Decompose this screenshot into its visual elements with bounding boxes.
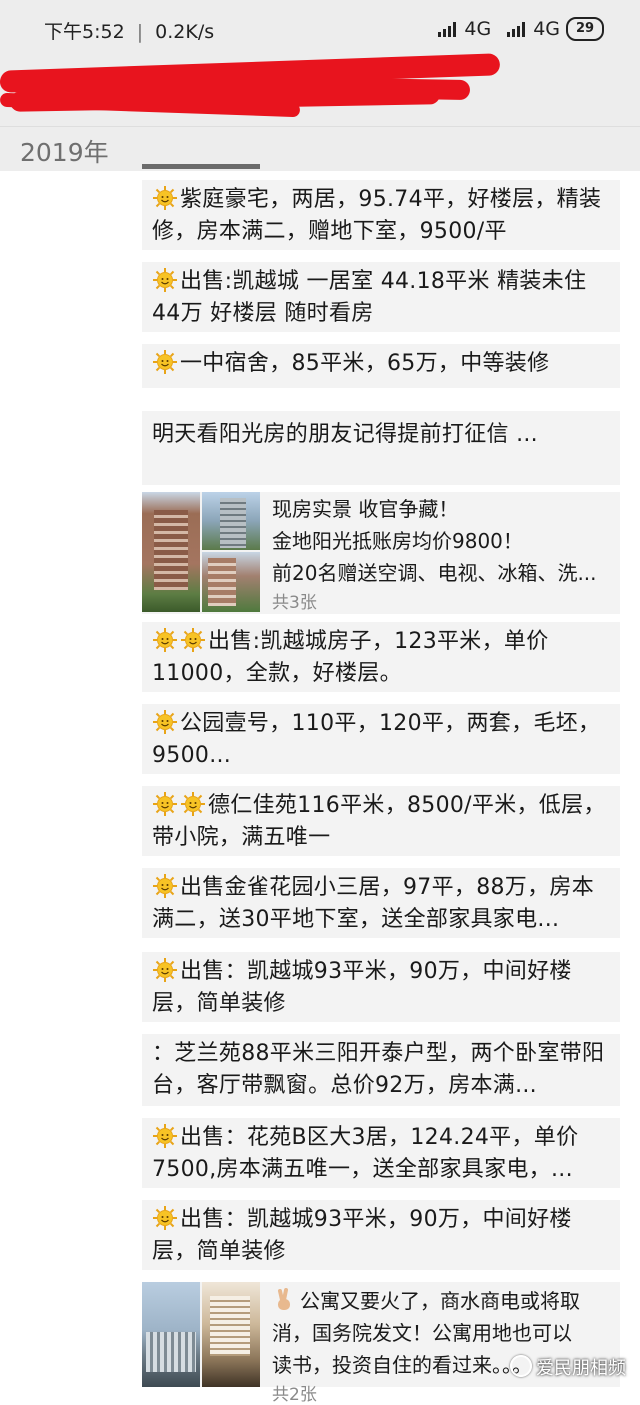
sun-icon (152, 1123, 178, 1149)
battery-icon: 29 (566, 17, 604, 41)
sun-icon (180, 627, 206, 653)
post-text: 公园壹号，110平，120平，两套，毛坯，9500... (152, 711, 601, 768)
photo-thumbnail[interactable] (142, 492, 200, 612)
post-text: 一中宿舍，85平米，65万，中等装修 (180, 351, 550, 376)
post-text: 紫庭豪宅，两居，95.74平，好楼层，精装修，房本满二，赠地下室，9500/平 (152, 187, 602, 244)
status-bar: 下午5:52 | 0.2K/s 4G 4G 29 (0, 0, 640, 56)
sun-icon (152, 627, 178, 653)
sun-icon (152, 349, 178, 375)
post-text: 出售:凯越城房子，123平米，单价11000，全款，好楼层。 (152, 629, 549, 686)
photo-post-line: 金地阳光抵账房均价9800！ (272, 529, 523, 553)
signal-icon (438, 21, 457, 37)
photo-thumbnail[interactable] (202, 1282, 260, 1387)
post-text: 出售：花苑B区大3居，124.24平，单价7500,房本满五唯一，送全部家具家电… (152, 1125, 579, 1182)
previous-photo-edge (142, 164, 260, 169)
sun-icon (152, 185, 178, 211)
status-right: 4G 4G 29 (438, 17, 604, 41)
year-label: 2019年 (20, 138, 109, 167)
clock: 下午5:52 (44, 21, 125, 43)
moment-post[interactable]: 公园壹号，110平，120平，两套，毛坯，9500... (142, 704, 620, 774)
moment-post[interactable]: 出售：花苑B区大3居，124.24平，单价7500,房本满五唯一，送全部家具家电… (142, 1118, 620, 1188)
moment-post[interactable]: 出售:凯越城房子，123平米，单价11000，全款，好楼层。 (142, 622, 620, 692)
moment-post[interactable]: 明天看阳光房的朋友记得提前打征信 ... (142, 411, 620, 485)
page-header (0, 53, 640, 126)
network-type-2: 4G (533, 18, 560, 40)
photo-post[interactable]: 现房实景 收官争藏！ 金地阳光抵账房均价9800！ 前20名赠送空调、电视、冰箱… (142, 492, 620, 614)
post-text: 明天看阳光房的朋友记得提前打征信 ... (152, 422, 538, 447)
moment-post[interactable]: 出售：凯越城93平米，90万，中间好楼层，简单装修 (142, 952, 620, 1022)
sun-icon (152, 873, 178, 899)
moment-post[interactable]: 一中宿舍，85平米，65万，中等装修 (142, 344, 620, 388)
post-text: 出售：凯越城93平米，90万，中间好楼层，简单装修 (152, 1207, 572, 1264)
sun-icon (152, 791, 178, 817)
status-left: 下午5:52 | 0.2K/s (44, 21, 215, 43)
post-text: 德仁佳苑116平米，8500/平米，低层，带小院，满五唯一 (152, 793, 606, 850)
network-type-1: 4G (464, 18, 492, 40)
sun-icon (152, 267, 178, 293)
moment-post[interactable]: 德仁佳苑116平米，8500/平米，低层，带小院，满五唯一 (142, 786, 620, 856)
photo-thumbnail[interactable] (202, 492, 260, 550)
photo-thumbnail[interactable] (142, 1282, 200, 1387)
photo-post-line: 现房实景 收官争藏！ (272, 497, 459, 521)
post-text: 出售金雀花园小三居，97平，88万，房本满二，送30平地下室，送全部家具家电..… (152, 875, 594, 932)
signal-icon (507, 21, 526, 37)
post-text: ：芝兰苑88平米三阳开泰户型，两个卧室带阳台，客厅带飘窗。总价92万，房本满..… (152, 1041, 605, 1098)
watermark: 爱民朋相频 (510, 1354, 626, 1380)
photo-count: 共3张 (272, 593, 317, 613)
watermark-logo-icon (510, 1355, 532, 1377)
sun-icon (152, 709, 178, 735)
moment-post[interactable]: 出售金雀花园小三居，97平，88万，房本满二，送30平地下室，送全部家具家电..… (142, 868, 620, 938)
photo-count: 共2张 (272, 1385, 317, 1405)
moment-post[interactable]: 出售：凯越城93平米，90万，中间好楼层，简单装修 (142, 1200, 620, 1270)
victory-hand-icon (272, 1288, 296, 1312)
sun-icon (152, 957, 178, 983)
sun-icon (180, 791, 206, 817)
photo-post-line: 公寓又要火了，商水商电或将取 (272, 1286, 580, 1316)
photo-post-line: 前20名赠送空调、电视、冰箱、洗... (272, 561, 597, 585)
photo-thumbnail[interactable] (202, 552, 260, 612)
sun-icon (152, 1205, 178, 1231)
post-text: 出售:凯越城 一居室 44.18平米 精装未住 44万 好楼层 随时看房 (152, 269, 587, 326)
year-divider: 2019年 (0, 126, 640, 171)
photo-post-line: 读书，投资自住的看过来。。。 (272, 1353, 532, 1377)
post-text: 出售：凯越城93平米，90万，中间好楼层，简单装修 (152, 959, 572, 1016)
net-speed: 0.2K/s (155, 21, 215, 43)
moment-post[interactable]: 紫庭豪宅，两居，95.74平，好楼层，精装修，房本满二，赠地下室，9500/平 (142, 180, 620, 250)
moment-post[interactable]: 出售:凯越城 一居室 44.18平米 精装未住 44万 好楼层 随时看房 (142, 262, 620, 332)
moment-post[interactable]: ：芝兰苑88平米三阳开泰户型，两个卧室带阳台，客厅带飘窗。总价92万，房本满..… (142, 1034, 620, 1106)
photo-post-line: 消，国务院发文！公寓用地也可以 (272, 1321, 572, 1345)
